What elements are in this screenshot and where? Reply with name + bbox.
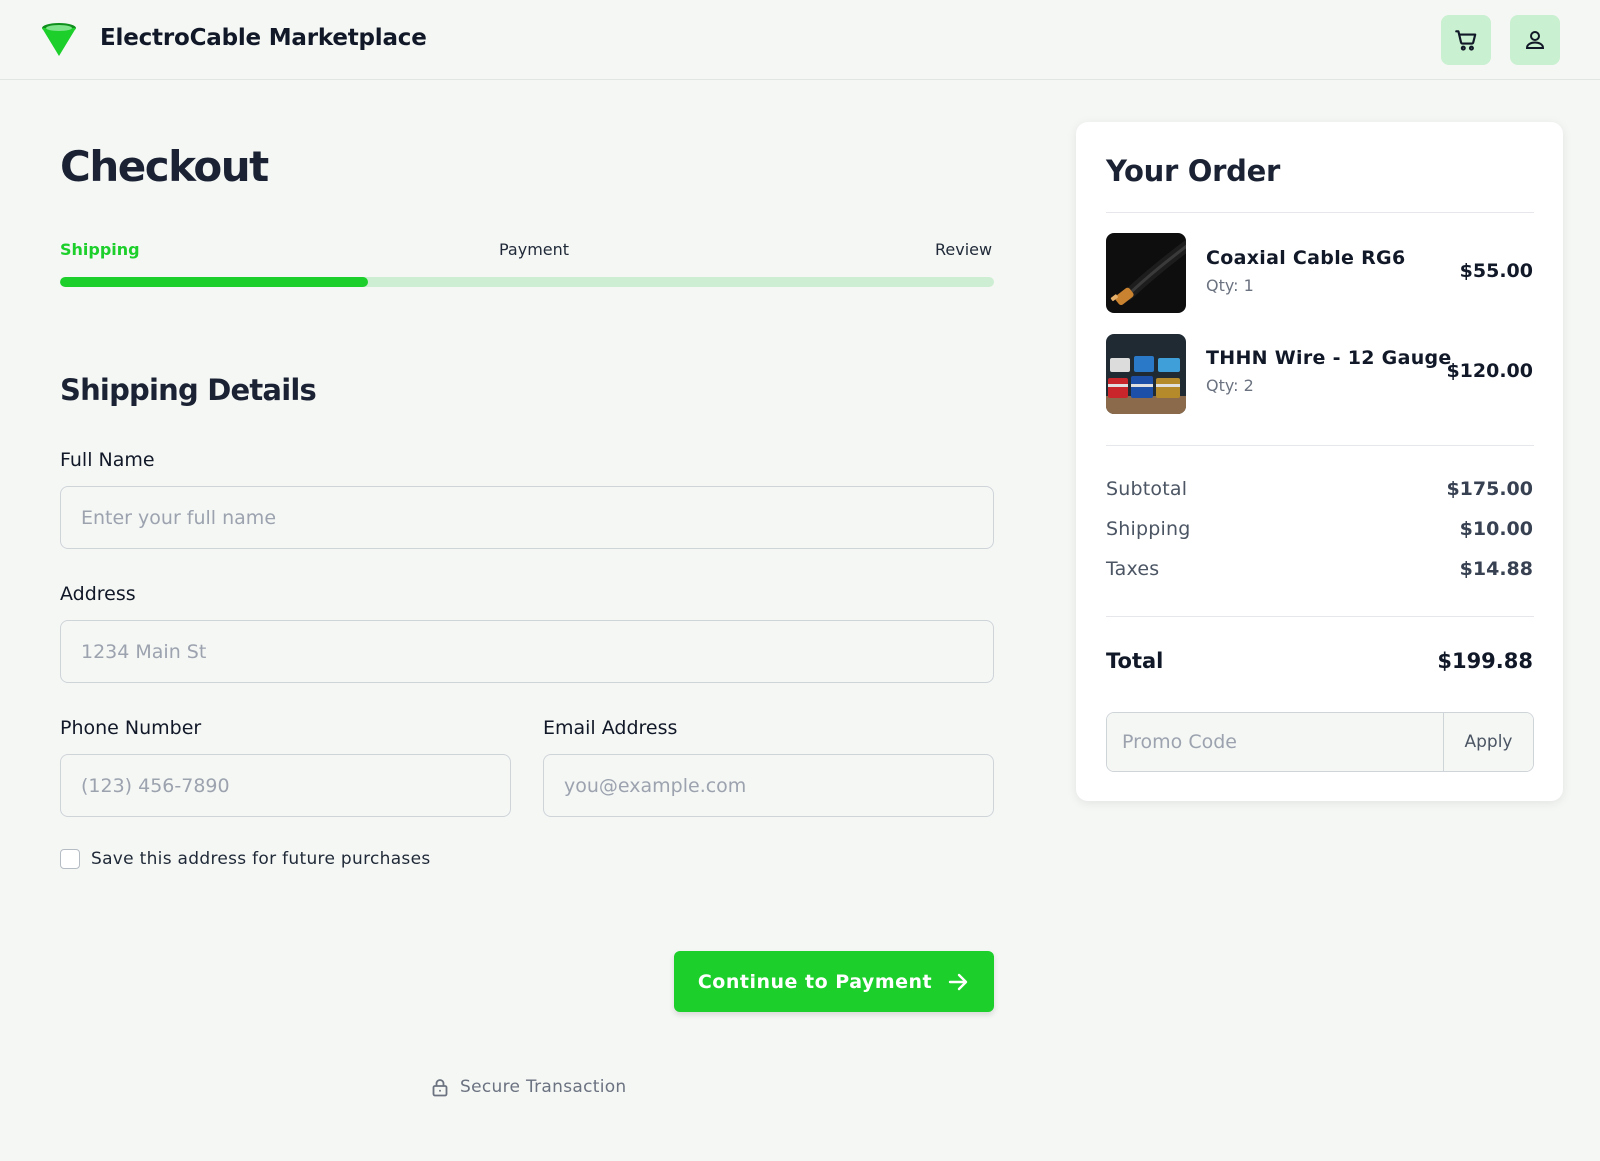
user-account-button[interactable] xyxy=(1510,15,1560,65)
taxes-value: $14.88 xyxy=(1459,558,1533,580)
phone-input[interactable] xyxy=(60,754,511,817)
apply-promo-button[interactable]: Apply xyxy=(1443,713,1533,771)
secure-transaction-note: Secure Transaction xyxy=(432,1077,627,1097)
subtotal-label: Subtotal xyxy=(1106,478,1188,500)
promo-code-group: Apply xyxy=(1106,712,1534,772)
full-name-label: Full Name xyxy=(60,449,155,471)
order-item-name: Coaxial Cable RG6 xyxy=(1206,247,1406,269)
secure-transaction-label: Secure Transaction xyxy=(460,1077,627,1097)
order-summary-card: Your Order Coaxial Cable RG6 Qty: 1 $55.… xyxy=(1076,122,1563,801)
thhn-wire-image xyxy=(1106,334,1186,414)
divider xyxy=(1106,445,1534,446)
step-shipping: Shipping xyxy=(60,240,140,259)
order-item-price: $55.00 xyxy=(1459,260,1533,282)
checkout-progress-fill xyxy=(60,277,369,287)
save-address-checkbox[interactable] xyxy=(60,849,80,869)
step-review: Review xyxy=(935,240,993,259)
email-label: Email Address xyxy=(543,717,678,739)
checkout-progress-bar xyxy=(60,277,994,287)
cart-icon xyxy=(1455,30,1477,51)
promo-code-input[interactable] xyxy=(1107,713,1443,771)
subtotal-value: $175.00 xyxy=(1446,478,1533,500)
total-label: Total xyxy=(1106,649,1164,673)
order-item-name: THHN Wire - 12 Gauge xyxy=(1206,347,1452,369)
email-input[interactable] xyxy=(543,754,994,817)
total-value: $199.88 xyxy=(1437,649,1533,673)
coaxial-cable-image xyxy=(1106,233,1186,313)
shipping-cost-value: $10.00 xyxy=(1459,518,1533,540)
order-item-qty: Qty: 2 xyxy=(1206,376,1254,395)
order-summary-title: Your Order xyxy=(1106,154,1280,188)
arrow-right-icon xyxy=(946,970,970,994)
continue-to-payment-label: Continue to Payment xyxy=(697,970,933,993)
save-address-row[interactable]: Save this address for future purchases xyxy=(60,849,431,869)
top-header: ElectroCable Marketplace xyxy=(0,0,1600,80)
page-title: Checkout xyxy=(60,142,269,191)
shipping-cost-label: Shipping xyxy=(1106,518,1191,540)
brand-name[interactable]: ElectroCable Marketplace xyxy=(100,25,427,51)
full-name-input[interactable] xyxy=(60,486,994,549)
user-icon xyxy=(1525,31,1545,49)
address-label: Address xyxy=(60,583,136,605)
taxes-label: Taxes xyxy=(1106,558,1160,580)
order-item-price: $120.00 xyxy=(1446,360,1533,382)
address-input[interactable] xyxy=(60,620,994,683)
shipping-section-title: Shipping Details xyxy=(60,373,317,407)
order-item-qty: Qty: 1 xyxy=(1206,276,1254,295)
cart-button[interactable] xyxy=(1441,15,1491,65)
funnel-logo-icon[interactable] xyxy=(41,22,77,58)
phone-label: Phone Number xyxy=(60,717,202,739)
divider xyxy=(1106,616,1534,617)
lock-icon xyxy=(432,1078,448,1096)
step-payment: Payment xyxy=(499,240,570,259)
save-address-label[interactable]: Save this address for future purchases xyxy=(91,849,431,869)
continue-to-payment-button[interactable]: Continue to Payment xyxy=(674,951,994,1012)
divider xyxy=(1106,212,1534,213)
